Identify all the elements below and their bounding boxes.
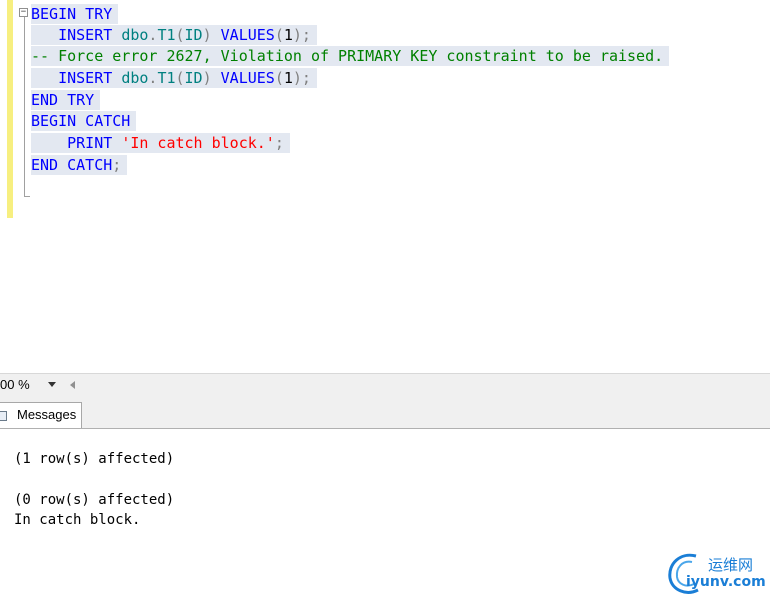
code-token: T1 bbox=[157, 69, 176, 87]
code-token: BEGIN CATCH bbox=[31, 112, 131, 130]
code-token: T1 bbox=[157, 26, 176, 44]
scroll-left-arrow-icon[interactable] bbox=[70, 381, 75, 389]
code-line[interactable]: BEGIN TRY bbox=[31, 4, 119, 24]
watermark-text: 运维网 bbox=[708, 556, 754, 574]
code-token: -- Force error 2627, Violation of PRIMAR… bbox=[31, 47, 664, 65]
watermark: 运维网 iyunv.com bbox=[666, 550, 770, 596]
code-token: ; bbox=[274, 134, 284, 152]
fold-guide-line bbox=[24, 14, 25, 196]
code-line[interactable]: INSERT dbo.T1(ID) VALUES(1); bbox=[31, 68, 317, 88]
message-line: (0 row(s) affected) bbox=[14, 492, 175, 508]
change-margin-indicator bbox=[7, 0, 13, 218]
code-line[interactable]: END TRY bbox=[31, 90, 101, 110]
code-token: 1 bbox=[283, 69, 293, 87]
code-token: VALUES bbox=[220, 69, 275, 87]
fold-guide-end bbox=[24, 196, 30, 197]
message-line: (1 row(s) affected) bbox=[14, 451, 175, 467]
code-line[interactable]: -- Force error 2627, Violation of PRIMAR… bbox=[31, 46, 670, 66]
zoom-level[interactable]: 00 % bbox=[0, 377, 30, 392]
code-token: INSERT bbox=[58, 69, 122, 87]
message-line: In catch block. bbox=[14, 512, 141, 528]
code-token: VALUES bbox=[220, 26, 275, 44]
code-token: ); bbox=[292, 69, 311, 87]
code-token: ( bbox=[274, 69, 284, 87]
code-token: ( bbox=[175, 69, 185, 87]
code-token: ID bbox=[184, 26, 203, 44]
code-line[interactable]: BEGIN CATCH bbox=[31, 111, 137, 131]
sql-editor[interactable]: − BEGIN TRY INSERT dbo.T1(ID) VALUES(1);… bbox=[0, 0, 770, 372]
code-token: ); bbox=[292, 26, 311, 44]
code-token: BEGIN TRY bbox=[31, 5, 113, 23]
code-line[interactable]: END CATCH; bbox=[31, 155, 128, 175]
tab-messages-label: Messages bbox=[17, 407, 77, 422]
zoom-bar: 00 % bbox=[0, 373, 770, 399]
code-token: 1 bbox=[283, 26, 293, 44]
code-token: ID bbox=[184, 69, 203, 87]
code-token: 'In catch block.' bbox=[121, 134, 275, 152]
code-token: ; bbox=[112, 156, 122, 174]
code-line[interactable]: PRINT 'In catch block.'; bbox=[31, 133, 290, 153]
code-line[interactable]: INSERT dbo.T1(ID) VALUES(1); bbox=[31, 25, 317, 45]
code-token: END TRY bbox=[31, 91, 95, 109]
collapse-icon[interactable]: − bbox=[19, 8, 28, 17]
code-token: ( bbox=[274, 26, 284, 44]
code-token: END CATCH bbox=[31, 156, 113, 174]
messages-icon bbox=[0, 411, 7, 421]
code-token: dbo bbox=[121, 26, 149, 44]
zoom-dropdown-arrow-icon[interactable] bbox=[48, 382, 56, 387]
code-token: ( bbox=[175, 26, 185, 44]
watermark-url: iyunv.com bbox=[686, 574, 766, 590]
code-token: dbo bbox=[121, 69, 149, 87]
results-tab-strip: Messages bbox=[0, 398, 770, 429]
code-token: INSERT bbox=[58, 26, 122, 44]
code-token: ) bbox=[202, 26, 221, 44]
messages-pane[interactable]: (1 row(s) affected) (0 row(s) affected) … bbox=[0, 429, 770, 600]
tab-messages[interactable]: Messages bbox=[0, 402, 82, 428]
code-token: ) bbox=[202, 69, 221, 87]
code-token: PRINT bbox=[67, 134, 122, 152]
